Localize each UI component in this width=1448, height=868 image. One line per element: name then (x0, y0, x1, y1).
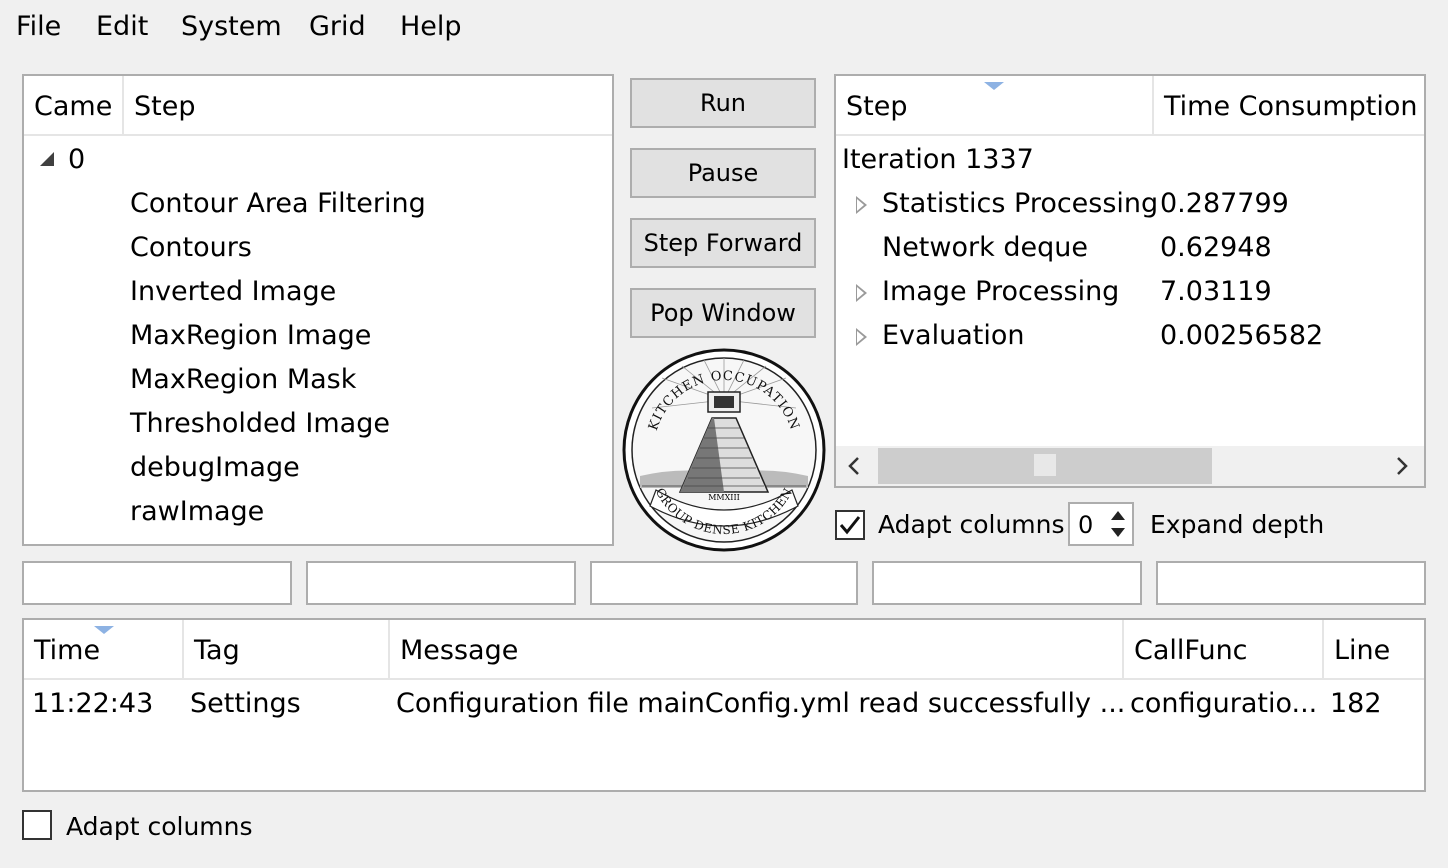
column-header-step[interactable]: Step (124, 76, 612, 134)
timing-tree-panel[interactable]: Step Time Consumption Iteration 1337 Sta… (834, 74, 1426, 488)
menu-bar: File Edit System Grid Help (0, 0, 1448, 52)
spin-down-button[interactable] (1106, 524, 1130, 542)
timing-step-name[interactable]: Statistics Processing (882, 184, 1158, 224)
menu-edit[interactable]: Edit (94, 8, 150, 46)
timing-step-name[interactable]: Evaluation (882, 316, 1024, 356)
iteration-label[interactable]: Iteration 1337 (842, 140, 1034, 180)
tree-item[interactable]: debugImage (130, 448, 300, 488)
steps-tree-panel[interactable]: Came Step 0 Contour Area Filtering Conto… (22, 74, 614, 546)
header-divider (836, 134, 1424, 136)
timing-step-name[interactable]: Network deque (882, 228, 1088, 268)
menu-help[interactable]: Help (398, 8, 464, 46)
column-header-step[interactable]: Step (836, 76, 1154, 134)
log-callfunc-cell: configuratio... (1130, 688, 1318, 719)
checkmark-icon (839, 516, 861, 535)
menu-file[interactable]: File (14, 8, 63, 46)
timing-step-value: 0.287799 (1160, 188, 1289, 219)
tree-item[interactable]: Inverted Image (130, 272, 336, 312)
horizontal-scrollbar[interactable] (836, 446, 1424, 486)
menu-system[interactable]: System (179, 8, 284, 46)
log-tag-cell: Settings (190, 688, 301, 719)
tree-item[interactable]: MaxRegion Mask (130, 360, 356, 400)
filter-input-time[interactable] (22, 561, 292, 605)
expand-arrow-icon[interactable] (856, 196, 867, 214)
column-header-time[interactable]: Time (24, 620, 184, 678)
step-forward-button[interactable]: Step Forward (630, 218, 816, 268)
log-line-cell: 182 (1330, 688, 1382, 719)
menu-grid[interactable]: Grid (307, 8, 368, 46)
log-adapt-columns-label[interactable]: Adapt columns (66, 811, 253, 843)
pause-button[interactable]: Pause (630, 148, 816, 198)
emblem-numeral: MMXIII (708, 493, 740, 502)
expand-depth-label: Expand depth (1150, 510, 1325, 539)
column-header-camera[interactable]: Came (24, 76, 124, 134)
timing-step-name[interactable]: Image Processing (882, 272, 1119, 312)
tree-root-item[interactable]: 0 (68, 140, 85, 180)
tree-item[interactable]: Contour Area Filtering (130, 184, 426, 224)
expand-depth-spinbox[interactable]: 0 (1068, 502, 1134, 546)
log-adapt-columns-checkbox[interactable] (22, 810, 52, 840)
filter-input-line[interactable] (1156, 561, 1426, 605)
run-button[interactable]: Run (630, 78, 816, 128)
expand-arrow-icon[interactable] (856, 328, 867, 346)
tree-item[interactable]: Contours (130, 228, 252, 268)
table-row[interactable]: 11:22:43 Settings Configuration file mai… (24, 680, 1424, 728)
filter-input-callfunc[interactable] (872, 561, 1142, 605)
filter-input-message[interactable] (590, 561, 858, 605)
expand-depth-value[interactable]: 0 (1078, 509, 1093, 541)
timing-step-value: 7.03119 (1160, 276, 1272, 307)
column-header-line[interactable]: Line (1324, 620, 1424, 678)
emblem-seal-icon: MMXIII KITCHEN OCCUPATION GROUP DENSE KI… (622, 348, 826, 552)
expand-arrow-icon[interactable] (856, 284, 867, 302)
column-header-time-consumption[interactable]: Time Consumption (1154, 76, 1424, 134)
column-header-callfunc[interactable]: CallFunc (1124, 620, 1324, 678)
tree-item[interactable]: rawImage (130, 492, 264, 532)
timing-step-value: 0.00256582 (1160, 320, 1324, 351)
log-message-cell: Configuration file mainConfig.yml read s… (396, 688, 1126, 719)
column-header-message[interactable]: Message (390, 620, 1124, 678)
scroll-right-icon[interactable] (1394, 456, 1410, 476)
log-table[interactable]: Time Tag Message CallFunc Line 11:22:43 … (22, 618, 1426, 792)
tree-item[interactable]: MaxRegion Image (130, 316, 371, 356)
collapse-arrow-icon[interactable] (40, 152, 54, 166)
spin-down-icon (1111, 528, 1125, 537)
timing-step-value: 0.62948 (1160, 232, 1272, 263)
adapt-columns-checkbox[interactable] (835, 510, 865, 540)
pop-window-button[interactable]: Pop Window (630, 288, 816, 338)
spin-up-icon (1111, 511, 1125, 520)
log-time-cell: 11:22:43 (32, 688, 154, 719)
scroll-left-icon[interactable] (846, 456, 862, 476)
filter-input-tag[interactable] (306, 561, 576, 605)
adapt-columns-label[interactable]: Adapt columns (878, 509, 1065, 541)
header-divider (24, 134, 612, 136)
column-header-tag[interactable]: Tag (184, 620, 390, 678)
spin-up-button[interactable] (1106, 506, 1130, 524)
tree-item[interactable]: Thresholded Image (130, 404, 390, 444)
scrollbar-grip (1034, 454, 1056, 476)
